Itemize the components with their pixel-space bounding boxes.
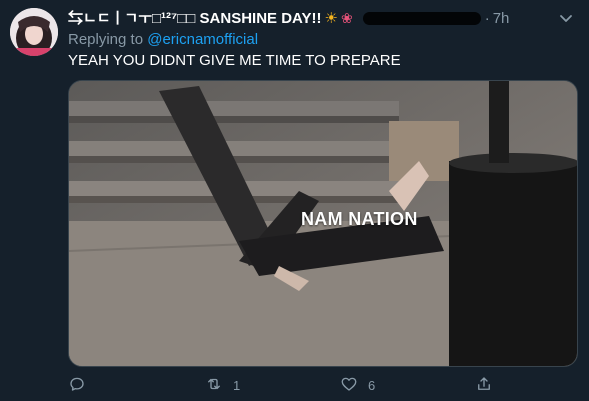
tulip-icon: ❀ [340, 10, 353, 26]
retweet-count: 1 [233, 377, 241, 393]
redacted-handle [362, 11, 481, 25]
replying-to: Replying to @ericnamofficial [68, 30, 258, 50]
timestamp[interactable]: 7h [493, 10, 510, 27]
chevron-down-icon[interactable] [556, 8, 576, 28]
retweet-button[interactable]: 1 [205, 374, 240, 396]
share-button[interactable] [475, 374, 493, 396]
media-caption: NAM NATION [301, 209, 418, 229]
tweet-actions: 1 6 [68, 374, 578, 396]
tweet-text: YEAH YOU DIDNT GIVE ME TIME TO PREPARE [68, 52, 401, 69]
tweet-header: ⇆ㄴㄷㅣㄱㅜ□¹²⁷□□ SANSHINE DAY!! ☀ ❀ · 7h [68, 8, 578, 28]
replying-handle-link[interactable]: @ericnamofficial [147, 31, 258, 48]
sun-icon: ☀ [324, 10, 338, 27]
like-button[interactable]: 6 [340, 374, 375, 396]
reply-button[interactable] [68, 374, 96, 396]
display-name[interactable]: ⇆ㄴㄷㅣㄱㅜ□¹²⁷□□ SANSHINE DAY!! [68, 10, 322, 27]
avatar[interactable] [10, 8, 58, 56]
time-separator: · [484, 10, 490, 27]
like-count: 6 [368, 377, 376, 393]
reply-icon [68, 375, 86, 396]
media-image[interactable]: NAM NATION [68, 80, 578, 367]
replying-prefix: Replying to [68, 31, 148, 48]
share-icon [475, 375, 493, 396]
like-icon [340, 375, 358, 396]
retweet-icon [205, 375, 223, 396]
